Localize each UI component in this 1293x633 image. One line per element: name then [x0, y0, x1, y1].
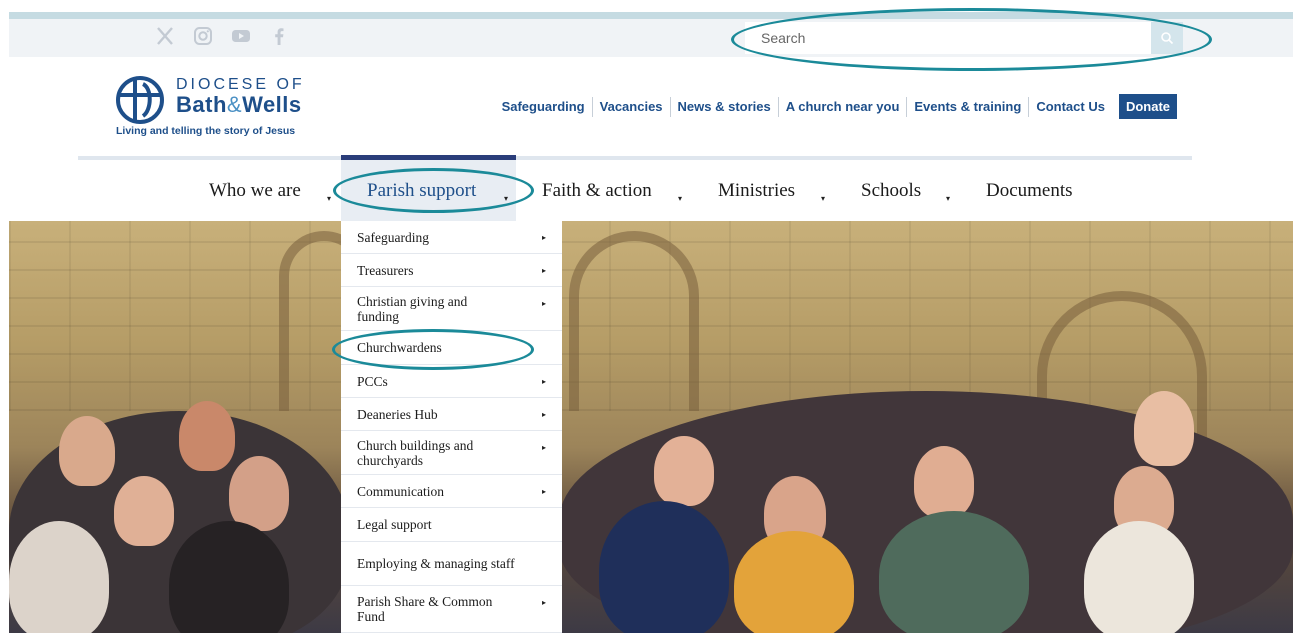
crowd-figure — [734, 531, 854, 633]
nav-schools[interactable]: Schools — [861, 180, 921, 202]
nav-who-we-are[interactable]: Who we are — [209, 180, 301, 202]
top-stripe — [9, 12, 1293, 19]
nav-parish-support[interactable]: Parish support — [367, 180, 476, 202]
search-box — [745, 22, 1183, 54]
dropdown-item-pccs[interactable]: PCCs ▸ — [341, 365, 562, 398]
search-icon — [1161, 32, 1174, 45]
dropdown-item-communication[interactable]: Communication ▸ — [341, 475, 562, 508]
facebook-icon[interactable] — [268, 25, 290, 47]
chevron-right-icon: ▸ — [541, 233, 546, 242]
chevron-down-icon: ▾ — [504, 194, 509, 203]
crowd-figure — [114, 476, 174, 546]
nav-faith-action[interactable]: Faith & action — [542, 180, 652, 202]
logo-line-bath-wells: Bath&Wells — [176, 92, 302, 117]
dropdown-item-legal-support[interactable]: Legal support — [341, 508, 562, 542]
crowd-figure — [59, 416, 115, 486]
chevron-right-icon: ▸ — [541, 410, 546, 419]
chevron-right-icon: ▸ — [541, 266, 546, 275]
donate-button[interactable]: Donate — [1118, 94, 1177, 119]
diocese-logo[interactable]: DIOCESE OF Bath&Wells Living and telling… — [114, 74, 334, 144]
utility-nav: Safeguarding Vacancies News & stories A … — [502, 94, 1177, 119]
top-bar — [9, 19, 1293, 57]
chevron-right-icon: ▸ — [541, 443, 546, 452]
crowd-figure — [879, 511, 1029, 633]
chevron-down-icon: ▾ — [327, 194, 332, 203]
crowd-figure — [1134, 391, 1194, 466]
dropdown-item-churchwardens[interactable]: Churchwardens — [341, 331, 562, 365]
dropdown-item-christian-giving[interactable]: Christian giving and funding ▸ — [341, 287, 562, 331]
cathedral-arch — [569, 231, 699, 411]
nav-documents[interactable]: Documents — [986, 180, 1073, 202]
chevron-down-icon: ▾ — [678, 194, 683, 203]
hero-image — [9, 221, 1293, 633]
crowd-figure — [599, 501, 729, 633]
crowd-figure — [179, 401, 235, 471]
cross-logo-icon — [116, 76, 164, 124]
chevron-down-icon: ▾ — [946, 194, 951, 203]
crowd-figure — [229, 456, 289, 531]
chevron-right-icon: ▸ — [541, 299, 546, 308]
chevron-right-icon: ▸ — [541, 377, 546, 386]
utility-link-contact-us[interactable]: Contact Us — [1029, 97, 1112, 117]
dropdown-item-treasurers[interactable]: Treasurers ▸ — [341, 254, 562, 287]
dropdown-item-parish-share[interactable]: Parish Share & Common Fund ▸ — [341, 586, 562, 633]
crowd-figure — [914, 446, 974, 518]
dropdown-item-church-buildings[interactable]: Church buildings and churchyards ▸ — [341, 431, 562, 475]
utility-link-news-stories[interactable]: News & stories — [671, 96, 779, 117]
utility-link-events-training[interactable]: Events & training — [907, 96, 1030, 117]
search-button[interactable] — [1151, 22, 1183, 54]
dropdown-item-deaneries-hub[interactable]: Deaneries Hub ▸ — [341, 398, 562, 431]
dropdown-item-safeguarding[interactable]: Safeguarding ▸ — [341, 221, 562, 254]
crowd-figure — [1084, 521, 1194, 633]
utility-link-vacancies[interactable]: Vacancies — [593, 96, 671, 117]
logo-tagline: Living and telling the story of Jesus — [116, 125, 296, 137]
chevron-right-icon: ▸ — [541, 487, 546, 496]
youtube-icon[interactable] — [230, 25, 252, 47]
chevron-down-icon: ▾ — [821, 194, 826, 203]
utility-link-safeguarding[interactable]: Safeguarding — [502, 96, 593, 117]
social-links — [154, 25, 290, 47]
chevron-right-icon: ▸ — [541, 598, 546, 607]
x-icon[interactable] — [154, 25, 176, 47]
utility-link-church-near-you[interactable]: A church near you — [779, 96, 908, 117]
search-input[interactable] — [745, 22, 1161, 54]
main-nav: Who we are ▾ Parish support ▾ Faith & ac… — [0, 160, 1293, 221]
crowd-figure — [9, 521, 109, 633]
nav-ministries[interactable]: Ministries — [718, 180, 795, 202]
instagram-icon[interactable] — [192, 25, 214, 47]
dropdown-item-employing-staff[interactable]: Employing & managing staff — [341, 542, 562, 586]
crowd-figure — [654, 436, 714, 506]
parish-support-dropdown: Safeguarding ▸ Treasurers ▸ Christian givi… — [341, 221, 562, 633]
